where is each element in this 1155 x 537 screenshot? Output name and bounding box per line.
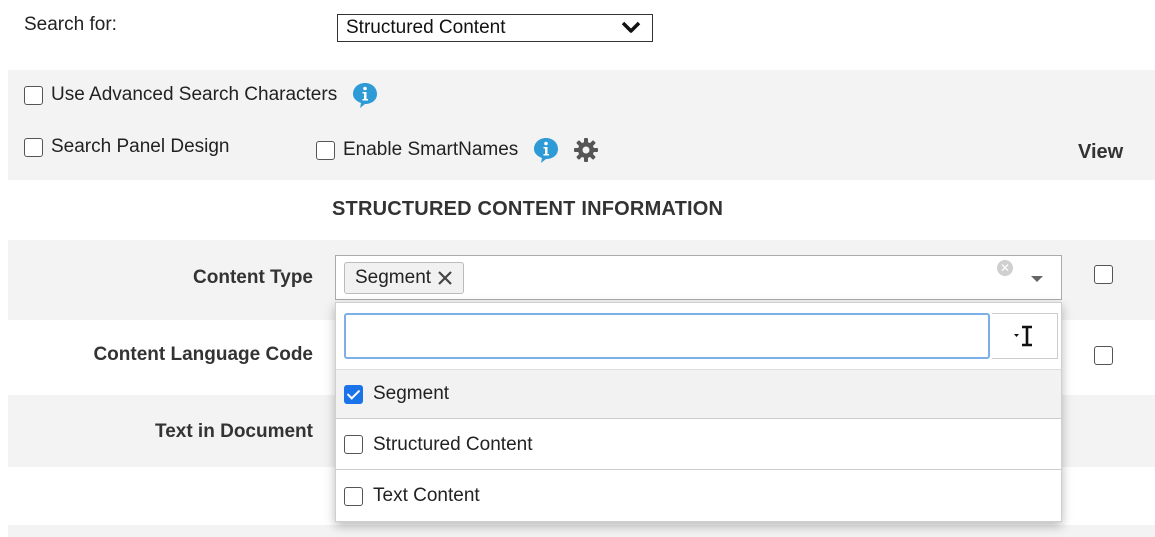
- clear-selection-icon[interactable]: ✕: [997, 260, 1013, 276]
- content-language-code-label: Content Language Code: [93, 344, 313, 365]
- caret-down-icon[interactable]: [1031, 276, 1043, 282]
- dropdown-option-text-content[interactable]: Text Content: [336, 471, 1061, 521]
- content-type-tag: Segment: [344, 262, 465, 294]
- info-icon[interactable]: [351, 81, 379, 109]
- info-icon[interactable]: [532, 136, 560, 164]
- section-title: STRUCTURED CONTENT INFORMATION: [332, 198, 724, 220]
- option-label: Structured Content: [373, 433, 533, 455]
- option-checkbox[interactable]: [344, 435, 363, 454]
- content-type-label: Content Type: [193, 267, 313, 288]
- panel-design-option[interactable]: Search Panel Design: [24, 136, 230, 158]
- text-cursor-icon[interactable]: [992, 313, 1058, 359]
- bottom-row-bg: [8, 525, 1155, 537]
- option-checkbox[interactable]: [344, 384, 363, 404]
- search-for-label: Search for:: [24, 14, 117, 35]
- advanced-chars-option[interactable]: Use Advanced Search Characters: [24, 81, 379, 109]
- close-icon[interactable]: [437, 270, 453, 286]
- gear-icon[interactable]: [572, 136, 600, 164]
- advanced-chars-checkbox[interactable]: [24, 85, 43, 105]
- smartnames-option[interactable]: Enable SmartNames: [316, 136, 600, 164]
- content-type-view-checkbox[interactable]: [1094, 265, 1113, 284]
- panel-design-checkbox[interactable]: [24, 137, 43, 157]
- chevron-down-icon: [621, 21, 641, 33]
- option-label: Text Content: [373, 485, 480, 506]
- option-label: Segment: [373, 383, 450, 404]
- advanced-chars-label: Use Advanced Search Characters: [51, 84, 338, 105]
- view-column-header: View: [1078, 141, 1124, 163]
- smartnames-label: Enable SmartNames: [343, 139, 519, 160]
- tag-label: Segment: [355, 267, 432, 288]
- smartnames-checkbox[interactable]: [316, 140, 335, 160]
- option-checkbox[interactable]: [344, 486, 363, 506]
- content-type-dropdown: Segment Structured Content Text Content: [335, 302, 1062, 522]
- dropdown-option-segment[interactable]: Segment: [336, 369, 1061, 419]
- dropdown-option-structured-content[interactable]: Structured Content: [336, 420, 1061, 470]
- search-for-select[interactable]: Structured Content: [337, 14, 653, 42]
- panel-design-label: Search Panel Design: [51, 136, 230, 157]
- content-type-multiselect[interactable]: Segment ✕: [335, 255, 1062, 300]
- dropdown-search-input[interactable]: [344, 313, 990, 359]
- search-for-select-value: Structured Content: [346, 17, 506, 38]
- content-language-view-checkbox[interactable]: [1094, 346, 1113, 365]
- text-in-document-label: Text in Document: [155, 421, 313, 442]
